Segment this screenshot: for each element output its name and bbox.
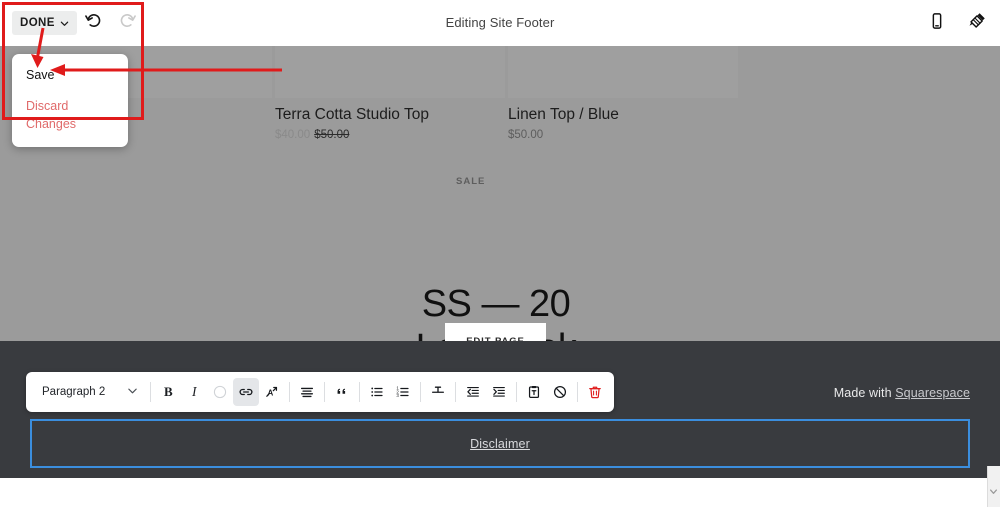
product-price: $50.00 [508, 129, 544, 141]
product-row [0, 36, 1000, 156]
mobile-icon [927, 11, 947, 36]
italic-button[interactable]: I [181, 378, 207, 406]
menu-item-save[interactable]: Save [12, 62, 128, 88]
align-button[interactable] [294, 378, 320, 406]
delete-button[interactable] [582, 378, 608, 406]
mobile-preview-button[interactable] [924, 10, 950, 36]
paintbrush-icon [967, 10, 988, 36]
browser-bottom-strip [0, 478, 1000, 507]
horizontal-rule-button[interactable] [425, 378, 451, 406]
menu-item-discard-changes[interactable]: Discard Changes [12, 88, 128, 137]
toolbar-divider [577, 382, 579, 402]
made-with-squarespace: Made with Squarespace [834, 386, 970, 400]
product-title[interactable]: Linen Top / Blue [508, 106, 619, 124]
toolbar-divider [455, 382, 457, 402]
paste-button[interactable] [521, 378, 547, 406]
toolbar-divider [420, 382, 422, 402]
blockquote-button[interactable] [329, 378, 355, 406]
chevron-down-icon [127, 383, 138, 401]
edit-page-button[interactable]: EDIT PAGE [445, 323, 546, 341]
topbar-actions [924, 10, 990, 36]
done-dropdown-menu: Save Discard Changes [12, 54, 128, 147]
bold-button[interactable]: B [155, 378, 181, 406]
indent-button[interactable] [486, 378, 512, 406]
numbered-list-button[interactable]: 123 [390, 378, 416, 406]
product-title[interactable]: Terra Cotta Studio Top [275, 106, 429, 124]
page-title: Editing Site Footer [445, 15, 555, 30]
product-price: $40.00 $50.00 [275, 129, 349, 141]
block-format-select[interactable]: Paragraph 2 [32, 378, 146, 406]
outdent-button[interactable] [460, 378, 486, 406]
add-page-link-button[interactable]: A [259, 378, 285, 406]
site-styles-button[interactable] [964, 10, 990, 36]
made-with-label: Made with [833, 386, 892, 400]
product-sale-price: $40.00 [275, 129, 311, 141]
sale-badge: SALE [456, 176, 486, 187]
toolbar-divider [289, 382, 291, 402]
product-original-price: $50.00 [314, 129, 350, 141]
svg-text:3: 3 [397, 393, 400, 398]
squarespace-link[interactable]: Squarespace [895, 386, 970, 400]
link-button[interactable] [233, 378, 260, 406]
toolbar-divider [150, 382, 152, 402]
toolbar-divider [359, 382, 361, 402]
svg-text:A: A [268, 389, 274, 398]
rich-text-toolbar: Paragraph 2 B I A 1 2 3 [26, 372, 615, 412]
text-color-button[interactable] [207, 378, 233, 406]
clear-formatting-button[interactable] [547, 378, 573, 406]
bullet-list-button[interactable] [364, 378, 390, 406]
disclaimer-link[interactable]: Disclaimer [470, 437, 530, 451]
site-canvas: Lisa Shirt $50.00 Terra Cotta Studio Top… [0, 36, 1000, 341]
app-root: Lisa Shirt $50.00 Terra Cotta Studio Top… [0, 0, 1000, 507]
toolbar-divider [324, 382, 326, 402]
toolbar-divider [516, 382, 518, 402]
block-format-value: Paragraph 2 [42, 386, 106, 398]
disclaimer-block-selected[interactable]: Disclaimer [30, 419, 970, 468]
scroll-down-arrow-icon[interactable] [987, 484, 1000, 498]
editor-topbar: DONE Editing Site Footer [0, 0, 1000, 46]
